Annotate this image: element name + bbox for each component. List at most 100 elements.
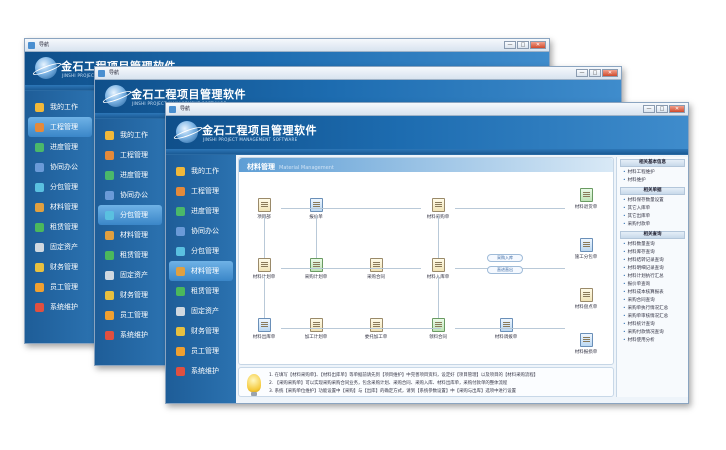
title-bar[interactable]: 导航 — □ ✕ (25, 39, 549, 52)
related-link[interactable]: 材料成本核算报表 (623, 289, 682, 297)
related-link[interactable]: 采购付款情况查询 (623, 329, 682, 337)
related-link[interactable]: 采购付款单 (623, 221, 682, 229)
related-link[interactable]: 其它出库单 (623, 213, 682, 221)
sidebar-item-9[interactable]: 财务管理 (25, 257, 95, 277)
project-icon (176, 186, 185, 196)
flow-connector (438, 276, 439, 318)
sidebar-item-9[interactable]: 财务管理 (166, 321, 236, 341)
minimize-button[interactable]: — (504, 41, 516, 49)
flow-node-13[interactable]: 材料退货单 (569, 188, 603, 210)
sidebar-item-7[interactable]: 租赁管理 (95, 245, 165, 265)
window-front: 导航 — □ ✕ 金石工程项目管理软件 JINSHI PROJECT MANAG… (165, 102, 689, 404)
sidebar-item-10[interactable]: 员工管理 (95, 305, 165, 325)
title-bar[interactable]: 导航 — □ ✕ (95, 67, 621, 80)
related-section-header[interactable]: 相关单据 (620, 187, 685, 195)
sidebar-item-4[interactable]: 协同办公 (25, 157, 95, 177)
sidebar-item-9[interactable]: 财务管理 (95, 285, 165, 305)
close-button[interactable]: ✕ (669, 105, 685, 113)
sidebar-item-label: 进度管理 (50, 143, 78, 151)
sidebar-item-3[interactable]: 进度管理 (166, 201, 236, 221)
sidebar-item-1[interactable]: 我的工作 (95, 125, 165, 145)
related-link[interactable]: 采购合同查询 (623, 297, 682, 305)
collaboration-icon (35, 162, 44, 172)
related-link[interactable]: 材料保存数量设置 (623, 197, 682, 205)
sidebar-item-1[interactable]: 我的工作 (166, 161, 236, 181)
related-link[interactable]: 材料计划执行汇总 (623, 273, 682, 281)
flow-connector (281, 208, 421, 209)
sidebar-item-8[interactable]: 固定资产 (166, 301, 236, 321)
sidebar-item-1[interactable]: 我的工作 (25, 97, 95, 117)
related-section-header[interactable]: 相关基本信息 (620, 159, 685, 167)
sidebar-item-3[interactable]: 进度管理 (25, 137, 95, 157)
schedule-icon (35, 142, 44, 152)
flow-node-12[interactable]: 材料调拨单 (489, 318, 523, 340)
close-button[interactable]: ✕ (602, 69, 618, 77)
sidebar-item-5[interactable]: 分包管理 (25, 177, 95, 197)
related-link[interactable]: 报价单查询 (623, 281, 682, 289)
related-link[interactable]: 材料维护 (623, 177, 682, 185)
flow-node-10[interactable]: 委托加工单 (359, 318, 393, 340)
sidebar-item-6[interactable]: 材料管理 (169, 261, 233, 281)
tip-line-1: 1. 在填写【材料采购单】、【材料出库单】等单据前请先到【项目维护】中完善项目资… (269, 373, 539, 378)
related-links-panel: 相关基本信息材料工程维护材料维护相关单据材料保存数量设置其它入库单其它出库单采购… (616, 157, 688, 397)
lease-icon (105, 250, 114, 260)
subcontract-icon (176, 246, 185, 256)
sidebar-item-11[interactable]: 系统维护 (166, 361, 236, 381)
flow-node-15[interactable]: 材料盘点单 (569, 288, 603, 310)
sidebar-item-2[interactable]: 工程管理 (166, 181, 236, 201)
document-icon (431, 198, 445, 212)
sidebar-item-2[interactable]: 工程管理 (28, 117, 92, 137)
sidebar-item-6[interactable]: 材料管理 (25, 197, 95, 217)
sidebar-item-5[interactable]: 分包管理 (98, 205, 162, 225)
title-bar[interactable]: 导航 — □ ✕ (166, 103, 688, 116)
flow-node-16[interactable]: 材料报损单 (569, 333, 603, 355)
staff-icon (176, 346, 185, 356)
flow-node-11[interactable]: 领料合同 (421, 318, 455, 340)
minimize-button[interactable]: — (576, 69, 588, 77)
flow-pill-1[interactable]: 采购入库 (487, 254, 523, 262)
related-link[interactable]: 材料数量查询 (623, 241, 682, 249)
related-link[interactable]: 材料库存查询 (623, 249, 682, 257)
flow-pill-2[interactable]: 直进直出 (487, 266, 523, 274)
related-link[interactable]: 其它入库单 (623, 205, 682, 213)
flow-node-label: 材料出库单 (252, 335, 276, 340)
sidebar-item-4[interactable]: 协同办公 (166, 221, 236, 241)
sidebar-item-8[interactable]: 固定资产 (25, 237, 95, 257)
flow-node-5[interactable]: 采购计划单 (299, 258, 333, 280)
maximize-button[interactable]: □ (589, 69, 601, 77)
minimize-button[interactable]: — (643, 105, 655, 113)
related-link[interactable]: 材料使用分析 (623, 337, 682, 345)
related-section-header[interactable]: 相关查询 (620, 231, 685, 239)
related-link[interactable]: 材料统计查询 (623, 321, 682, 329)
flow-node-14[interactable]: 施工分包单 (569, 238, 603, 260)
schedule-icon (176, 206, 185, 216)
maximize-button[interactable]: □ (517, 41, 529, 49)
flow-node-6[interactable]: 采购合同 (359, 258, 393, 280)
sidebar-item-8[interactable]: 固定资产 (95, 265, 165, 285)
related-link[interactable]: 采购单审核情况汇总 (623, 313, 682, 321)
related-link[interactable]: 材料工程维护 (623, 169, 682, 177)
staff-icon (35, 282, 44, 292)
sidebar-item-4[interactable]: 协同办公 (95, 185, 165, 205)
sidebar-item-3[interactable]: 进度管理 (95, 165, 165, 185)
sidebar-item-5[interactable]: 分包管理 (166, 241, 236, 261)
close-button[interactable]: ✕ (530, 41, 546, 49)
sidebar-item-7[interactable]: 租赁管理 (25, 217, 95, 237)
flow-node-9[interactable]: 加工计划单 (299, 318, 333, 340)
sidebar-item-11[interactable]: 系统维护 (25, 297, 95, 317)
maximize-button[interactable]: □ (656, 105, 668, 113)
sidebar-item-2[interactable]: 工程管理 (95, 145, 165, 165)
related-link[interactable]: 采购单执行情况汇总 (623, 305, 682, 313)
folder-icon (105, 130, 114, 140)
related-link[interactable]: 材料结转记录查询 (623, 257, 682, 265)
related-link[interactable]: 材料明细记录查询 (623, 265, 682, 273)
sidebar-item-7[interactable]: 租赁管理 (166, 281, 236, 301)
sidebar-item-10[interactable]: 员工管理 (166, 341, 236, 361)
main-content: 材料管理Material Management 项目部报价单材料采购单材料计划单… (236, 155, 688, 403)
sidebar: 我的工作 工程管理 进度管理 协同办公 分包管理 材料管理 租赁管理 固定资产 财务管理 员工管理… (95, 119, 165, 365)
sidebar-item-11[interactable]: 系统维护 (95, 325, 165, 345)
flow-node-8[interactable]: 材料出库单 (247, 318, 281, 340)
related-link-list: 材料保存数量设置其它入库单其它出库单采购付款单 (617, 197, 688, 229)
sidebar-item-10[interactable]: 员工管理 (25, 277, 95, 297)
sidebar-item-6[interactable]: 材料管理 (95, 225, 165, 245)
